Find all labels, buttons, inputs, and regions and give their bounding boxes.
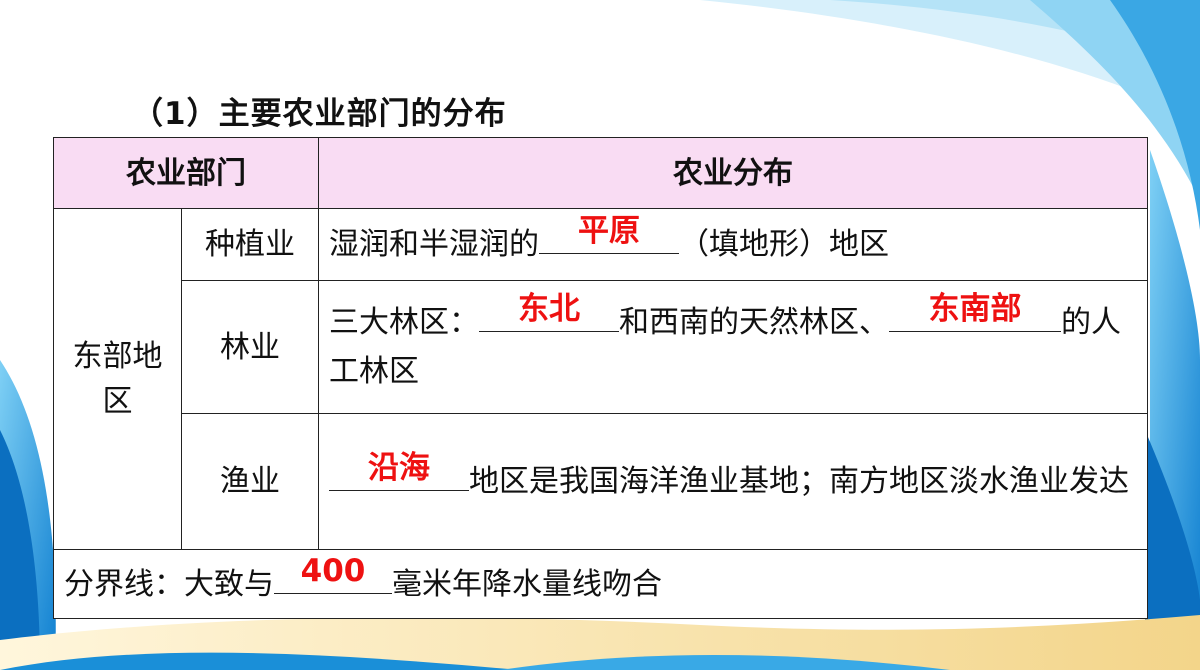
fill-blank: 平原 xyxy=(539,216,679,254)
answer-text: 东北 xyxy=(518,290,580,327)
answer-text: 东南部 xyxy=(928,290,1022,327)
text-segment: 地区是我国海洋渔业基地；南方地区淡水渔业发达 xyxy=(469,463,1129,499)
answer-text: 沿海 xyxy=(368,449,430,486)
region-label: 东部地区 xyxy=(72,339,163,419)
fill-blank: 沿海 xyxy=(329,452,469,491)
boundary-cell: 分界线：大致与 400 毫米年降水量线吻合 xyxy=(53,549,1148,619)
distribution-cell: 沿海 地区是我国海洋渔业基地；南方地区淡水渔业发达 xyxy=(318,413,1148,550)
sector-cell: 林业 xyxy=(181,280,319,414)
text-segment: 分界线：大致与 xyxy=(64,566,274,602)
distribution-cell: 湿润和半湿润的 平原 （填地形）地区 xyxy=(318,208,1148,281)
table-row: 林业 三大林区： 东北 和西南的天然林区、 东南部 的人工林区 xyxy=(54,280,1148,414)
distribution-cell: 三大林区： 东北 和西南的天然林区、 东南部 的人工林区 xyxy=(318,280,1148,414)
sector-cell: 渔业 xyxy=(181,413,319,550)
header-distribution: 农业分布 xyxy=(318,137,1148,209)
table-row: 东部地区 种植业 湿润和半湿润的 平原 （填地形）地区 xyxy=(53,208,1148,550)
fill-blank: 东北 xyxy=(479,293,619,332)
fill-blank: 东南部 xyxy=(889,293,1061,332)
table-row: 渔业 沿海 地区是我国海洋渔业基地；南方地区淡水渔业发达 xyxy=(54,413,1148,550)
section-title: （1）主要农业部门的分布 xyxy=(132,96,507,132)
text-segment: 毫米年降水量线吻合 xyxy=(392,566,662,602)
region-cell: 东部地区 xyxy=(53,208,182,550)
table-header-row: 农业部门 农业分布 xyxy=(53,137,1148,209)
answer-text: 400 xyxy=(300,552,366,589)
fill-blank: 400 xyxy=(274,555,392,594)
text-segment: 和西南的天然林区、 xyxy=(619,304,889,340)
sector-cell: 种植业 xyxy=(181,208,319,281)
boundary-row: 分界线：大致与 400 毫米年降水量线吻合 xyxy=(53,549,1148,619)
text-segment: 三大林区： xyxy=(329,304,479,340)
text-segment: （填地形）地区 xyxy=(679,227,889,262)
text-segment: 湿润和半湿润的 xyxy=(329,227,539,262)
header-dept: 农业部门 xyxy=(53,137,319,209)
answer-text: 平原 xyxy=(578,213,640,249)
agriculture-table: 农业部门 农业分布 东部地区 种植业 湿润和半湿润的 平原 （填地形）地区 林业 三… xyxy=(53,137,1148,619)
